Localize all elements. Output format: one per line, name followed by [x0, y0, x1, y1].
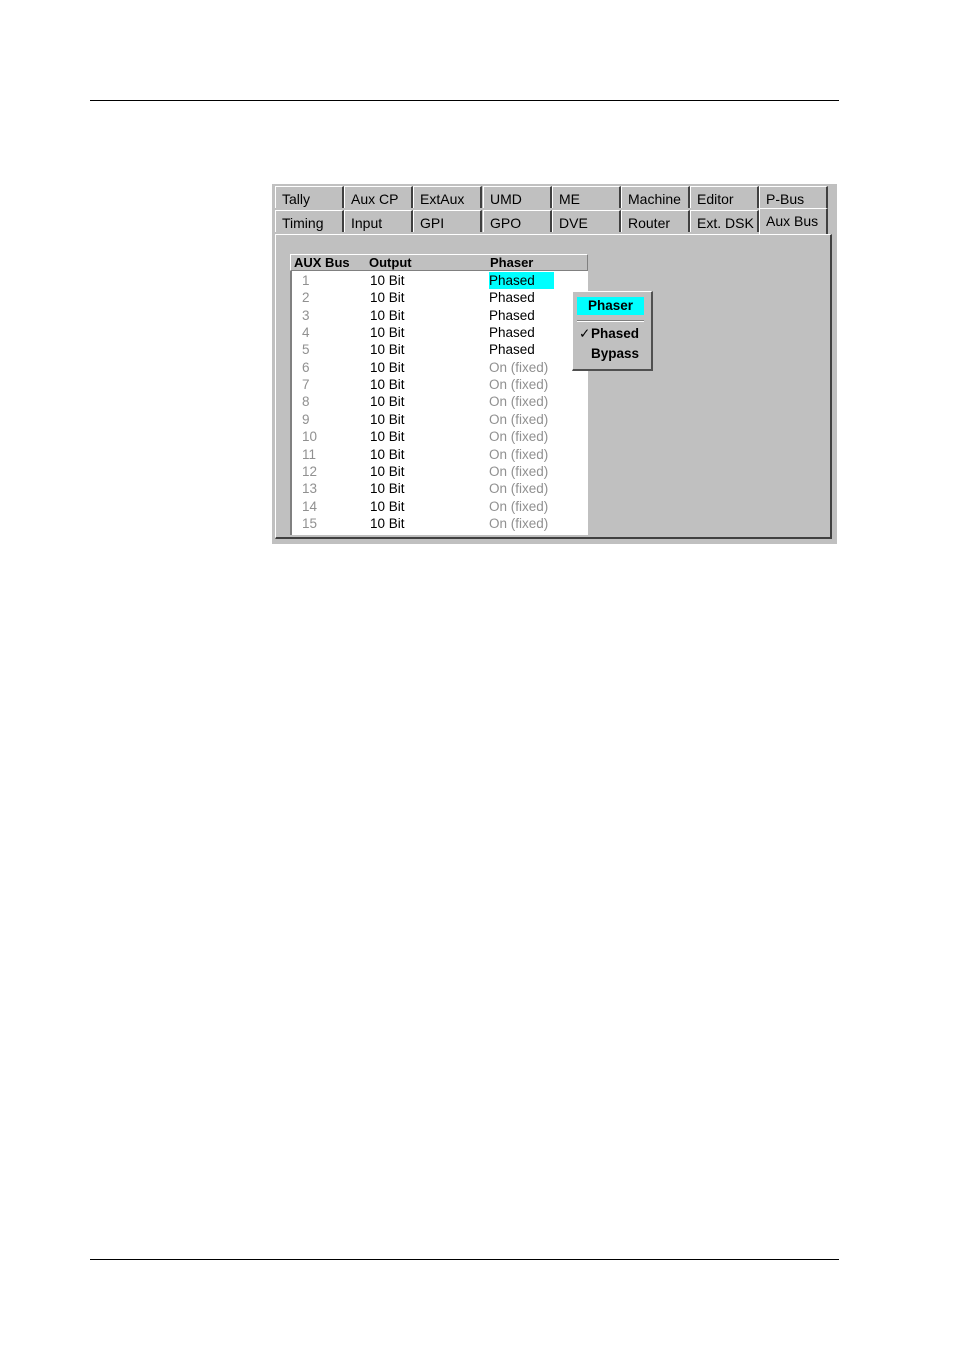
cell-phaser: On (fixed) — [489, 359, 549, 375]
cell-output[interactable]: 10 Bit — [370, 515, 405, 532]
aux-bus-config-window: Tally Aux CP ExtAux UMD ME Machine Editor P-Bus… — [272, 184, 837, 544]
cell-aux-bus: 2 — [302, 290, 310, 306]
tab-tally[interactable]: Tally — [275, 186, 344, 208]
cell-phaser: On (fixed) — [489, 394, 549, 410]
tab-aux-bus[interactable]: Aux Bus — [759, 208, 828, 234]
table-row[interactable]: 14 10 Bit On (fixed) — [292, 498, 588, 515]
cell-aux-bus: 6 — [302, 359, 310, 375]
cell-phaser: On (fixed) — [489, 411, 549, 427]
tab-machine[interactable]: Machine — [621, 186, 690, 208]
aux-bus-table: AUX Bus Output Phaser 1 10 Bit Phased 2 10 B… — [290, 254, 653, 535]
menu-title: Phaser — [577, 297, 644, 315]
table-row[interactable]: 11 10 Bit On (fixed) — [292, 446, 588, 463]
tab-timing[interactable]: Timing — [275, 210, 344, 232]
table-row[interactable]: 9 10 Bit On (fixed) — [292, 411, 588, 428]
cell-phaser: On (fixed) — [489, 498, 549, 514]
cell-phaser: On (fixed) — [489, 377, 549, 393]
menu-separator — [577, 320, 644, 322]
cell-aux-bus: 1 — [302, 273, 310, 288]
column-header-phaser[interactable]: Phaser — [490, 255, 533, 271]
cell-output[interactable]: 10 Bit — [370, 289, 405, 306]
tab-umd[interactable]: UMD — [483, 186, 552, 208]
cell-phaser: On (fixed) — [489, 429, 549, 445]
page-header-rule — [90, 100, 839, 101]
table-row[interactable]: 13 10 Bit On (fixed) — [292, 480, 588, 497]
cell-output[interactable]: 10 Bit — [370, 498, 405, 515]
tab-dve[interactable]: DVE — [552, 210, 621, 232]
page-footer-rule — [90, 1259, 839, 1260]
phaser-context-menu: Phaser ✓Phased Bypass — [572, 291, 653, 371]
cell-aux-bus: 14 — [302, 498, 318, 514]
table-header: AUX Bus Output Phaser — [290, 254, 588, 271]
cell-output[interactable]: 10 Bit — [370, 376, 405, 393]
cell-output[interactable]: 10 Bit — [370, 359, 405, 376]
table-row[interactable]: 2 10 Bit Phased — [292, 289, 588, 306]
column-header-output[interactable]: Output — [369, 255, 412, 271]
cell-output[interactable]: 10 Bit — [370, 428, 405, 445]
cell-aux-bus: 12 — [302, 463, 318, 479]
tab-gpo[interactable]: GPO — [483, 210, 552, 232]
table-row[interactable]: 12 10 Bit On (fixed) — [292, 463, 588, 480]
tab-me[interactable]: ME — [552, 186, 621, 208]
cell-phaser: On (fixed) — [489, 481, 549, 497]
cell-phaser[interactable]: Phased — [489, 324, 537, 341]
cell-aux-bus: 8 — [302, 394, 310, 410]
table-row[interactable]: 7 10 Bit On (fixed) — [292, 376, 588, 393]
tab-gpi[interactable]: GPI — [413, 210, 482, 232]
tab-aux-cp[interactable]: Aux CP — [344, 186, 413, 208]
cell-output[interactable]: 10 Bit — [370, 393, 405, 410]
cell-output[interactable]: 10 Bit — [370, 324, 405, 341]
cell-phaser: On (fixed) — [489, 463, 549, 479]
table-row[interactable]: 4 10 Bit Phased — [292, 324, 588, 341]
cell-aux-bus: 4 — [302, 325, 310, 341]
table-row[interactable]: 10 10 Bit On (fixed) — [292, 428, 588, 445]
table-row[interactable]: 15 10 Bit On (fixed) — [292, 515, 588, 532]
cell-output[interactable]: 10 Bit — [370, 307, 405, 324]
cell-output[interactable]: 10 Bit — [370, 341, 405, 358]
cell-aux-bus: 13 — [302, 481, 318, 497]
cell-phaser: On (fixed) — [489, 515, 549, 531]
tab-p-bus[interactable]: P-Bus — [759, 186, 828, 208]
menu-item-label: Phased — [591, 326, 640, 341]
cell-aux-bus: 5 — [302, 342, 310, 358]
cell-aux-bus: 7 — [302, 377, 310, 393]
tab-editor[interactable]: Editor — [690, 186, 759, 208]
cell-phaser[interactable]: Phased — [489, 272, 554, 289]
cell-output[interactable]: 10 Bit — [370, 411, 405, 428]
table-row[interactable]: 1 10 Bit Phased — [292, 272, 588, 289]
cell-output[interactable]: 10 Bit — [370, 272, 405, 289]
tab-extaux[interactable]: ExtAux — [413, 186, 482, 208]
menu-item-phased[interactable]: ✓Phased — [579, 324, 639, 344]
tab-ext-dsk[interactable]: Ext. DSK — [690, 210, 759, 232]
cell-phaser[interactable]: Phased — [489, 307, 537, 324]
table-row[interactable]: 5 10 Bit Phased — [292, 341, 588, 358]
table-body: 1 10 Bit Phased 2 10 Bit Phased 3 10 Bit Phased 4… — [290, 271, 588, 535]
table-row[interactable]: 3 10 Bit Phased — [292, 307, 588, 324]
checkmark-icon: ✓ — [579, 326, 591, 341]
cell-phaser[interactable]: Phased — [489, 341, 537, 358]
cell-output[interactable]: 10 Bit — [370, 446, 405, 463]
cell-aux-bus: 11 — [302, 446, 317, 462]
cell-phaser: On (fixed) — [489, 446, 549, 462]
cell-output[interactable]: 10 Bit — [370, 480, 405, 497]
table-row[interactable]: 6 10 Bit On (fixed) — [292, 359, 588, 376]
cell-aux-bus: 9 — [302, 411, 310, 427]
cell-phaser[interactable]: Phased — [489, 289, 537, 306]
menu-item-label: Bypass — [591, 346, 640, 361]
cell-aux-bus: 3 — [302, 307, 310, 323]
aux-bus-panel: AUX Bus Output Phaser 1 10 Bit Phased 2 10 B… — [275, 234, 832, 539]
cell-output[interactable]: 10 Bit — [370, 463, 405, 480]
menu-item-bypass[interactable]: Bypass — [579, 344, 639, 364]
column-header-aux-bus[interactable]: AUX Bus — [294, 255, 350, 271]
tab-router[interactable]: Router — [621, 210, 690, 232]
cell-aux-bus: 15 — [302, 515, 318, 531]
tab-input[interactable]: Input — [344, 210, 413, 232]
cell-aux-bus: 10 — [302, 429, 318, 445]
table-row[interactable]: 8 10 Bit On (fixed) — [292, 393, 588, 410]
